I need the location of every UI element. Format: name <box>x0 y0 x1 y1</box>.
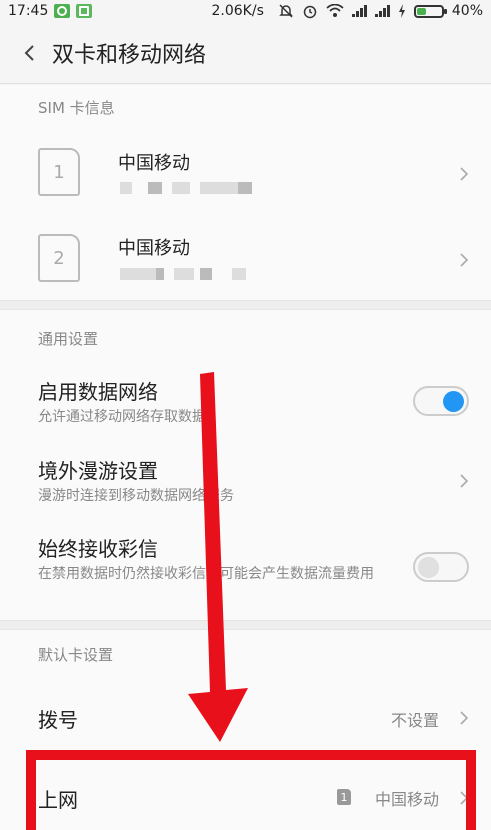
sim-card-1-name: 中国移动 <box>118 153 190 174</box>
toggle-knob <box>418 557 439 578</box>
setting-roaming-desc: 漫游时连接到移动数据网络服务 <box>38 488 234 504</box>
always-receive-mms-toggle[interactable] <box>413 552 469 582</box>
app-notification-icon <box>76 4 93 18</box>
network-speed: 2.06K/s <box>211 3 264 19</box>
sim-card-2-number-redacted <box>120 268 246 280</box>
sim-card-1-number-redacted <box>120 182 252 194</box>
mute-bell-icon <box>279 4 293 18</box>
battery-fill <box>416 7 427 15</box>
alarm-icon <box>303 5 317 19</box>
app-notification-icon <box>54 4 71 18</box>
setting-enable-data-title: 启用数据网络 <box>38 380 158 404</box>
chevron-right-icon <box>457 710 471 725</box>
setting-mms-title: 始终接收彩信 <box>38 537 158 561</box>
back-arrow-icon[interactable] <box>10 33 50 73</box>
sim-card-2-name: 中国移动 <box>118 238 190 259</box>
sim-card-row-2[interactable]: 2 中国移动 <box>0 214 491 300</box>
section-divider <box>0 620 491 630</box>
setting-dial-title: 拨号 <box>38 708 78 732</box>
status-bar: 17:45 2.06K/s 40% <box>0 0 491 22</box>
setting-dial-value: 不设置 <box>390 711 439 730</box>
enable-data-toggle[interactable] <box>413 386 469 416</box>
annotation-highlight-box <box>26 750 476 830</box>
page-title: 双卡和移动网络 <box>52 42 207 68</box>
battery-icon <box>413 4 447 18</box>
chevron-right-icon <box>457 252 471 267</box>
charging-icon <box>398 4 405 18</box>
sim-card-1-icon: 1 <box>38 148 80 196</box>
setting-mms-desc: 在禁用数据时仍然接收彩信，可能会产生数据流量费用 <box>38 566 374 582</box>
status-time: 17:45 <box>8 3 49 19</box>
section-title-default-card: 默认卡设置 <box>38 646 114 664</box>
toggle-knob <box>443 391 464 412</box>
sim-card-2-icon: 2 <box>38 234 80 282</box>
battery-percent: 40% <box>451 3 483 19</box>
section-divider <box>0 300 491 310</box>
title-bar: 双卡和移动网络 <box>0 22 491 84</box>
signal-icon <box>351 5 367 17</box>
wifi-icon <box>326 4 344 17</box>
chevron-right-icon <box>457 166 471 181</box>
chevron-right-icon <box>457 473 471 488</box>
signal-icon <box>374 5 390 17</box>
setting-roaming-title: 境外漫游设置 <box>38 459 158 483</box>
section-title-sim: SIM 卡信息 <box>38 99 115 117</box>
sim-card-row-1[interactable]: 1 中国移动 <box>0 130 491 216</box>
section-title-general: 通用设置 <box>38 330 99 348</box>
setting-enable-data-desc: 允许通过移动网络存取数据 <box>38 409 206 425</box>
